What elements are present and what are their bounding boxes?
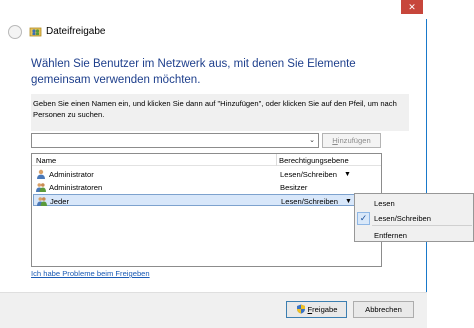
column-header-permission[interactable]: Berechtigungsebene — [279, 156, 349, 165]
row-name: Administratoren — [49, 183, 103, 192]
dropdown-arrow-icon[interactable]: ▼ — [344, 170, 351, 179]
table-row-selected[interactable]: Jeder Lesen/Schreiben ▼ — [33, 194, 380, 206]
shield-icon — [296, 304, 305, 314]
add-button[interactable]: Hinzufügen — [322, 133, 381, 148]
back-button[interactable] — [8, 25, 22, 39]
instruction-text: Geben Sie einen Namen ein, und klicken S… — [33, 99, 397, 119]
navigation-row: Dateifreigabe — [0, 19, 427, 45]
page-heading: Wählen Sie Benutzer im Netzwerk aus, mit… — [31, 58, 356, 86]
menu-separator — [372, 225, 472, 226]
add-button-label: inzufügen — [337, 136, 371, 145]
menu-item-label: Lesen/Schreiben — [374, 214, 431, 223]
help-link[interactable]: Ich habe Probleme beim Freigeben — [31, 269, 150, 279]
close-button[interactable]: ✕ — [401, 0, 423, 14]
menu-item-label: Entfernen — [374, 231, 407, 240]
row-permission[interactable]: Lesen/Schreiben — [280, 170, 337, 179]
window-title: Dateifreigabe — [46, 26, 106, 37]
title-bar: ✕ — [0, 0, 427, 19]
cancel-button[interactable]: Abbrechen — [353, 301, 414, 318]
row-name: Administrator — [49, 170, 94, 179]
table-row[interactable]: Administrator Lesen/Schreiben ▼ — [33, 168, 380, 180]
checkmark-icon: ✓ — [357, 212, 370, 225]
footer-bar: Freigabe Abbrechen — [0, 292, 427, 328]
permission-context-menu: Lesen ✓ Lesen/Schreiben Entfernen — [354, 193, 474, 242]
user-icon — [37, 169, 45, 179]
menu-item-read-write[interactable]: ✓ Lesen/Schreiben — [355, 211, 473, 225]
row-permission[interactable]: Lesen/Schreiben — [281, 197, 338, 206]
dropdown-arrow-icon[interactable]: ▼ — [345, 197, 352, 206]
row-permission: Besitzer — [280, 183, 308, 192]
table-row[interactable]: Administratoren Besitzer — [33, 181, 380, 193]
file-sharing-window: ✕ Dateifreigabe Wählen Sie Benutzer im N… — [0, 0, 427, 328]
column-separator[interactable] — [276, 154, 277, 166]
row-name: Jeder — [50, 197, 69, 206]
menu-item-read[interactable]: Lesen — [355, 196, 473, 210]
chevron-down-icon[interactable]: ⌄ — [308, 136, 316, 145]
group-icon — [37, 197, 47, 206]
file-sharing-icon — [29, 27, 42, 37]
user-list[interactable]: Name Berechtigungsebene Administrator Le… — [31, 153, 382, 267]
column-header-name[interactable]: Name — [36, 156, 56, 165]
list-header: Name Berechtigungsebene — [32, 154, 381, 166]
group-icon — [36, 183, 46, 192]
share-button-label: reigabe — [312, 305, 338, 314]
name-input-combo[interactable]: ⌄ — [31, 133, 319, 148]
instruction-band: Geben Sie einen Namen ein, und klicken S… — [31, 94, 409, 131]
share-button[interactable]: Freigabe — [286, 301, 347, 318]
menu-item-remove[interactable]: Entfernen — [355, 228, 473, 242]
menu-item-label: Lesen — [374, 199, 395, 208]
